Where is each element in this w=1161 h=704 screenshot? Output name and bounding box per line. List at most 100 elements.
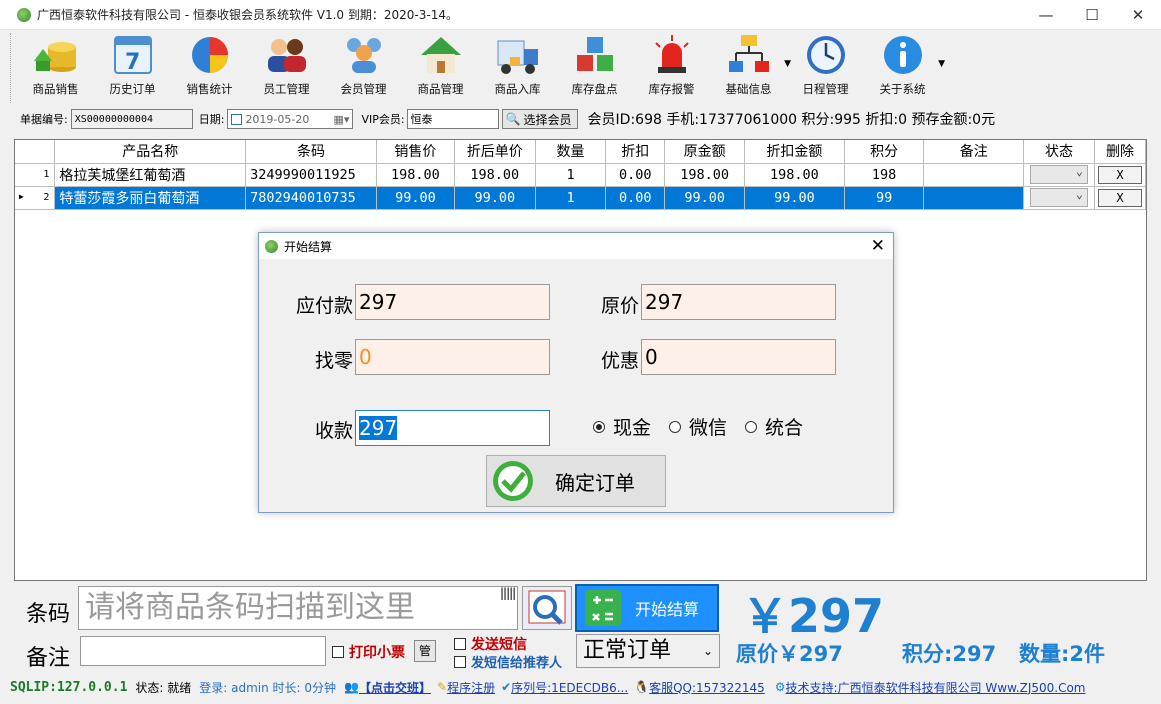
sms-referrer-checkbox[interactable]: 发短信给推荐人 [454,652,562,671]
cell-note[interactable] [923,163,1025,187]
cell-disc-price[interactable]: 99.00 [454,186,536,210]
barcode-input[interactable]: 请将商品条码扫描到这里 [78,586,518,630]
barcode-label: 条码 [26,602,71,627]
calendar-dropdown-icon[interactable]: ▦▾ [334,113,350,126]
delete-row-button[interactable]: X [1097,165,1142,184]
column-header[interactable]: 产品名称 [54,140,247,164]
order-type-select[interactable]: 正常订单 ⌄ [576,634,720,668]
date-checkbox[interactable] [231,113,243,125]
cell-note[interactable] [923,186,1025,210]
status-state: 状态: 就绪 [135,680,192,695]
table-row[interactable]: 1 格拉芙城堡红葡萄酒 3249990011925 198.00 198.00 … [15,163,1147,187]
payable-field[interactable]: 297 [355,284,550,320]
toolbar-members[interactable]: 会员管理 [325,33,402,103]
toolbar-stats[interactable]: 销售统计 [171,33,248,103]
manage-button[interactable]: 管 [414,640,436,662]
toolbar-inventory[interactable]: 库存盘点 [556,33,633,103]
column-header[interactable]: 积分 [844,140,925,164]
cell-status[interactable] [1023,163,1095,187]
column-header[interactable]: 状态 [1023,140,1095,164]
cell-discount[interactable]: 0.00 [605,186,666,210]
send-sms-checkbox[interactable]: 发送短信 [454,634,527,654]
dropdown-arrow-icon[interactable]: ▼ [938,59,945,69]
dialog-close-icon[interactable]: ✕ [871,236,885,256]
maximize-button[interactable]: ☐ [1069,0,1115,30]
original-field[interactable]: 297 [641,284,836,320]
print-receipt-checkbox[interactable]: 打印小票 [332,642,405,662]
cell-points[interactable]: 198 [844,163,925,187]
column-header[interactable]: 折后单价 [454,140,536,164]
cell-code[interactable]: 7802940010735 [245,186,377,210]
checkout-button[interactable]: 开始结算 [575,584,719,632]
toolbar-staff[interactable]: 员工管理 [248,33,325,103]
column-header[interactable]: 条码 [245,140,377,164]
status-dropdown[interactable] [1029,164,1088,184]
received-field[interactable]: 297 [355,410,550,446]
confirm-order-button[interactable]: 确定订单 [486,455,666,507]
table-header: 产品名称 条码 销售价 折后单价 数量 折扣 原金额 折扣金额 积分 备注 状态… [15,140,1147,164]
search-product-button[interactable] [522,586,572,630]
verified-icon: ✔ [501,680,512,694]
cubes-icon [576,37,613,71]
shift-handover-link[interactable]: 【点击交班】 [359,679,431,696]
cell-orig[interactable]: 198.00 [664,163,746,187]
column-header[interactable]: 删除 [1094,140,1147,164]
row-index[interactable]: 1 [15,163,56,187]
radio-cash[interactable]: 现金 [593,413,651,440]
toolbar-stock-alarm[interactable]: 库存报警 [633,33,710,103]
support-link[interactable]: 技术支持:广西恒泰软件科技有限公司 Www.ZJ500.Com [786,679,1086,696]
quantity-total: 数量:2件 [1019,642,1106,666]
calculator-icon [585,590,621,626]
sms-referrer-label: 发短信给推荐人 [471,656,563,671]
delete-row-button[interactable]: X [1097,188,1142,207]
select-member-button[interactable]: 🔍 选择会员 [501,109,578,129]
table-row[interactable]: ▶ 2 特蕾莎霞多丽白葡萄酒 7802940010735 99.00 99.00 … [15,186,1147,210]
cell-price[interactable]: 99.00 [376,186,455,210]
pie-chart-icon [191,37,228,73]
toolbar-history[interactable]: 7 历史订单 [94,33,171,103]
cell-disc-price[interactable]: 198.00 [454,163,536,187]
qq-link[interactable]: 客服QQ:157322145 [649,679,765,696]
cell-qty[interactable]: 1 [535,163,607,187]
close-button[interactable]: ✕ [1115,0,1161,30]
toolbar-sales[interactable]: 商品销售 [17,33,94,103]
minimize-button[interactable]: — [1023,0,1069,30]
payable-label: 应付款 [295,295,353,317]
barcode-icon: ||||| [500,586,516,600]
change-field[interactable]: 0 [355,339,550,375]
radio-dot [745,420,758,433]
register-link[interactable]: 程序注册 [447,679,495,696]
cell-code[interactable]: 3249990011925 [245,163,377,187]
status-dropdown[interactable] [1029,187,1088,207]
cell-name[interactable]: 特蕾莎霞多丽白葡萄酒 [54,186,247,210]
date-picker[interactable]: 2019-05-20 ▦▾ [227,109,354,129]
column-header[interactable]: 原金额 [664,140,746,164]
row-index[interactable]: ▶ 2 [15,186,56,210]
cell-status[interactable] [1023,186,1095,210]
vip-field[interactable]: 恒泰 [406,109,499,129]
cell-price[interactable]: 198.00 [376,163,455,187]
cell-name[interactable]: 格拉芙城堡红葡萄酒 [54,163,247,187]
order-no-field[interactable]: XS00000000004 [70,109,193,129]
toolbar-products[interactable]: 商品管理 [402,33,479,103]
radio-wechat[interactable]: 微信 [669,413,727,440]
note-input[interactable] [80,636,326,666]
column-header[interactable]: 折扣 [605,140,666,164]
column-header[interactable]: 折扣金额 [744,140,845,164]
toolbar-about[interactable]: 关于系统 ▼ [864,33,945,103]
radio-combined[interactable]: 统合 [745,413,803,440]
toolbar-stock-in[interactable]: 商品入库 [479,33,556,103]
cell-disc-amt[interactable]: 99.00 [744,186,845,210]
toolbar-basic-info[interactable]: 基础信息 ▼ [710,33,791,103]
column-header[interactable]: 备注 [923,140,1025,164]
serial-link[interactable]: 序列号:1EDECDB6... [511,679,628,696]
cell-points[interactable]: 99 [844,186,925,210]
cell-discount[interactable]: 0.00 [605,163,666,187]
cell-disc-amt[interactable]: 198.00 [744,163,845,187]
toolbar-schedule[interactable]: 日程管理 [787,33,864,103]
discount-field[interactable]: 0 [641,339,836,375]
column-header[interactable]: 销售价 [376,140,455,164]
cell-orig[interactable]: 99.00 [664,186,746,210]
column-header[interactable]: 数量 [535,140,607,164]
cell-qty[interactable]: 1 [535,186,607,210]
